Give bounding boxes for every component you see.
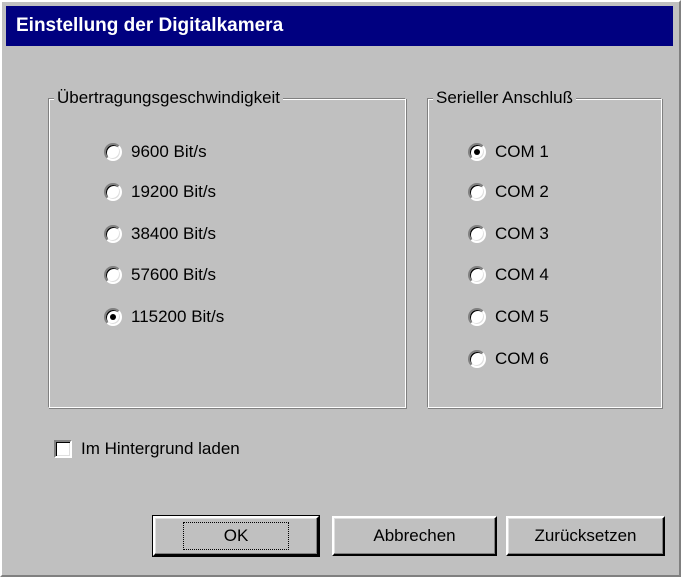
background-load-checkbox[interactable] — [54, 440, 72, 458]
speed-option-57600[interactable]: 57600 Bit/s — [104, 262, 216, 288]
ok-button-label: OK — [182, 522, 290, 550]
port-groupbox: Serieller Anschluß COM 1 COM 2 COM 3 COM… — [427, 87, 662, 408]
radio-button[interactable] — [104, 225, 122, 243]
speed-option-19200[interactable]: 19200 Bit/s — [104, 179, 216, 205]
radio-button[interactable] — [468, 350, 486, 368]
radio-button[interactable] — [468, 308, 486, 326]
radio-button[interactable] — [104, 308, 122, 326]
speed-groupbox: Übertragungsgeschwindigkeit 9600 Bit/s 1… — [48, 87, 406, 408]
speed-option-38400[interactable]: 38400 Bit/s — [104, 221, 216, 247]
radio-label: 38400 Bit/s — [131, 224, 217, 243]
camera-settings-dialog: Einstellung der Digitalkamera Übertragun… — [0, 0, 681, 577]
reset-button-label: Zurücksetzen — [534, 526, 637, 545]
speed-group-legend: Übertragungsgeschwindigkeit — [54, 87, 284, 109]
port-group-legend: Serieller Anschluß — [433, 87, 577, 109]
cancel-button-label: Abbrechen — [373, 526, 456, 545]
radio-button[interactable] — [104, 183, 122, 201]
window-title: Einstellung der Digitalkamera — [16, 15, 284, 36]
radio-label: COM 3 — [495, 224, 549, 243]
radio-button[interactable] — [468, 183, 486, 201]
reset-button[interactable]: Zurücksetzen — [506, 516, 665, 556]
title-bar[interactable]: Einstellung der Digitalkamera — [6, 6, 673, 46]
port-option-com3[interactable]: COM 3 — [468, 221, 549, 247]
radio-label: COM 4 — [495, 265, 549, 284]
ok-button[interactable]: OK — [152, 515, 320, 557]
speed-option-9600[interactable]: 9600 Bit/s — [104, 139, 207, 165]
radio-button[interactable] — [468, 266, 486, 284]
cancel-button[interactable]: Abbrechen — [332, 516, 497, 556]
port-option-com2[interactable]: COM 2 — [468, 179, 549, 205]
radio-button[interactable] — [104, 266, 122, 284]
radio-label: 57600 Bit/s — [131, 265, 217, 284]
radio-label: COM 6 — [495, 349, 549, 368]
radio-label: 115200 Bit/s — [131, 307, 225, 326]
port-option-com6[interactable]: COM 6 — [468, 346, 549, 372]
radio-label: COM 2 — [495, 182, 549, 201]
port-option-com5[interactable]: COM 5 — [468, 304, 549, 330]
radio-button[interactable] — [104, 143, 122, 161]
port-option-com4[interactable]: COM 4 — [468, 262, 549, 288]
radio-label: COM 1 — [495, 142, 549, 161]
radio-label: 9600 Bit/s — [131, 142, 207, 161]
radio-label: 19200 Bit/s — [131, 182, 217, 201]
background-load-label: Im Hintergrund laden — [81, 439, 240, 458]
port-option-com1[interactable]: COM 1 — [468, 139, 549, 165]
radio-button[interactable] — [468, 225, 486, 243]
speed-option-115200[interactable]: 115200 Bit/s — [104, 304, 224, 330]
background-load-option[interactable]: Im Hintergrund laden — [54, 436, 240, 462]
radio-label: COM 5 — [495, 307, 549, 326]
radio-button[interactable] — [468, 143, 486, 161]
